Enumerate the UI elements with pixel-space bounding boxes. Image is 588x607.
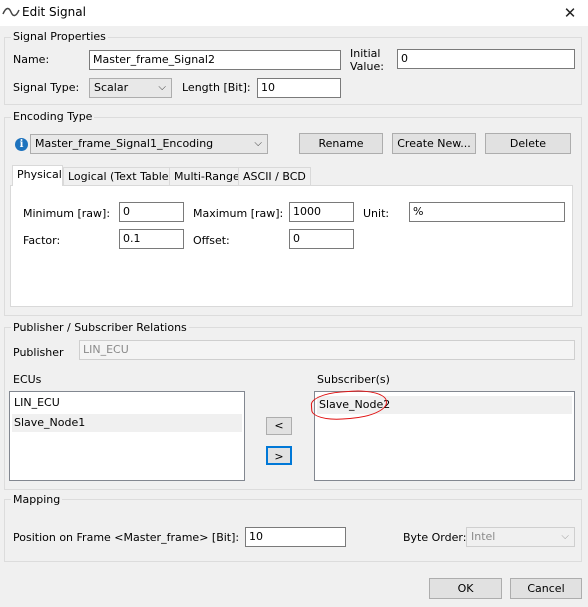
- rename-button[interactable]: Rename: [299, 133, 383, 154]
- minimum-field[interactable]: 0: [119, 202, 184, 222]
- tab-physical[interactable]: Physical: [12, 165, 63, 186]
- ecus-list[interactable]: LIN_ECU Slave_Node1: [9, 391, 245, 481]
- minimum-label: Minimum [raw]:: [23, 207, 111, 220]
- byte-order-select: Intel ⌵: [466, 527, 575, 547]
- unit-field[interactable]: %: [409, 202, 565, 222]
- position-field[interactable]: 10: [245, 527, 346, 547]
- window-title: Edit Signal: [22, 5, 86, 19]
- subscribers-label: Subscriber(s): [317, 373, 390, 386]
- encoding-type-label: Encoding Type: [11, 110, 95, 123]
- delete-button[interactable]: Delete: [485, 133, 571, 154]
- signal-properties-label: Signal Properties: [11, 30, 108, 43]
- create-new-button[interactable]: Create New...: [392, 133, 476, 154]
- factor-field[interactable]: 0.1: [119, 229, 184, 249]
- tab-logical-text-table[interactable]: Logical (Text Table): [63, 167, 178, 185]
- list-item-slave-node1[interactable]: Slave_Node1: [12, 414, 242, 432]
- encoding-select[interactable]: Master_frame_Signal1_Encoding ⌵: [30, 134, 268, 154]
- title-bar: [0, 0, 588, 26]
- signal-type-select[interactable]: Scalar ⌵: [89, 78, 172, 98]
- length-label: Length [Bit]:: [182, 81, 251, 94]
- publisher-subscriber-label: Publisher / Subscriber Relations: [11, 321, 189, 334]
- unit-label: Unit:: [363, 207, 390, 220]
- factor-label: Factor:: [23, 234, 61, 247]
- mapping-label: Mapping: [11, 493, 63, 506]
- offset-field[interactable]: 0: [289, 229, 354, 249]
- ecus-label: ECUs: [13, 373, 42, 386]
- position-on-frame-label: Position on Frame <Master_frame> [Bit]:: [13, 531, 240, 544]
- cancel-button[interactable]: Cancel: [510, 578, 582, 599]
- byte-order-label: Byte Order:: [403, 531, 467, 544]
- tab-multi-range[interactable]: Multi-Range: [169, 167, 245, 185]
- initial-value-label: Initial Value:: [350, 47, 384, 73]
- list-item-lin-ecu[interactable]: LIN_ECU: [12, 394, 242, 412]
- publisher-field: LIN_ECU: [79, 340, 575, 360]
- initial-value-field[interactable]: 0: [397, 49, 575, 69]
- ok-button[interactable]: OK: [429, 578, 502, 599]
- move-right-button[interactable]: >: [266, 446, 292, 465]
- maximum-label: Maximum [raw]:: [193, 207, 284, 220]
- signal-type-label: Signal Type:: [13, 81, 80, 94]
- chevron-down-icon: ⌵: [561, 531, 569, 542]
- close-icon[interactable]: ✕: [556, 2, 584, 24]
- name-field[interactable]: Master_frame_Signal2: [89, 50, 341, 70]
- publisher-label: Publisher: [13, 346, 64, 359]
- name-label: Name:: [13, 53, 50, 66]
- length-field[interactable]: 10: [257, 78, 341, 98]
- offset-label: Offset:: [193, 234, 230, 247]
- chevron-down-icon: ⌵: [158, 82, 166, 93]
- info-icon: i: [15, 138, 28, 151]
- chevron-down-icon: ⌵: [254, 138, 262, 149]
- maximum-field[interactable]: 1000: [289, 202, 354, 222]
- signal-wave-icon: [2, 7, 20, 17]
- move-left-button[interactable]: <: [266, 417, 292, 435]
- tab-ascii-bcd[interactable]: ASCII / BCD: [238, 167, 311, 185]
